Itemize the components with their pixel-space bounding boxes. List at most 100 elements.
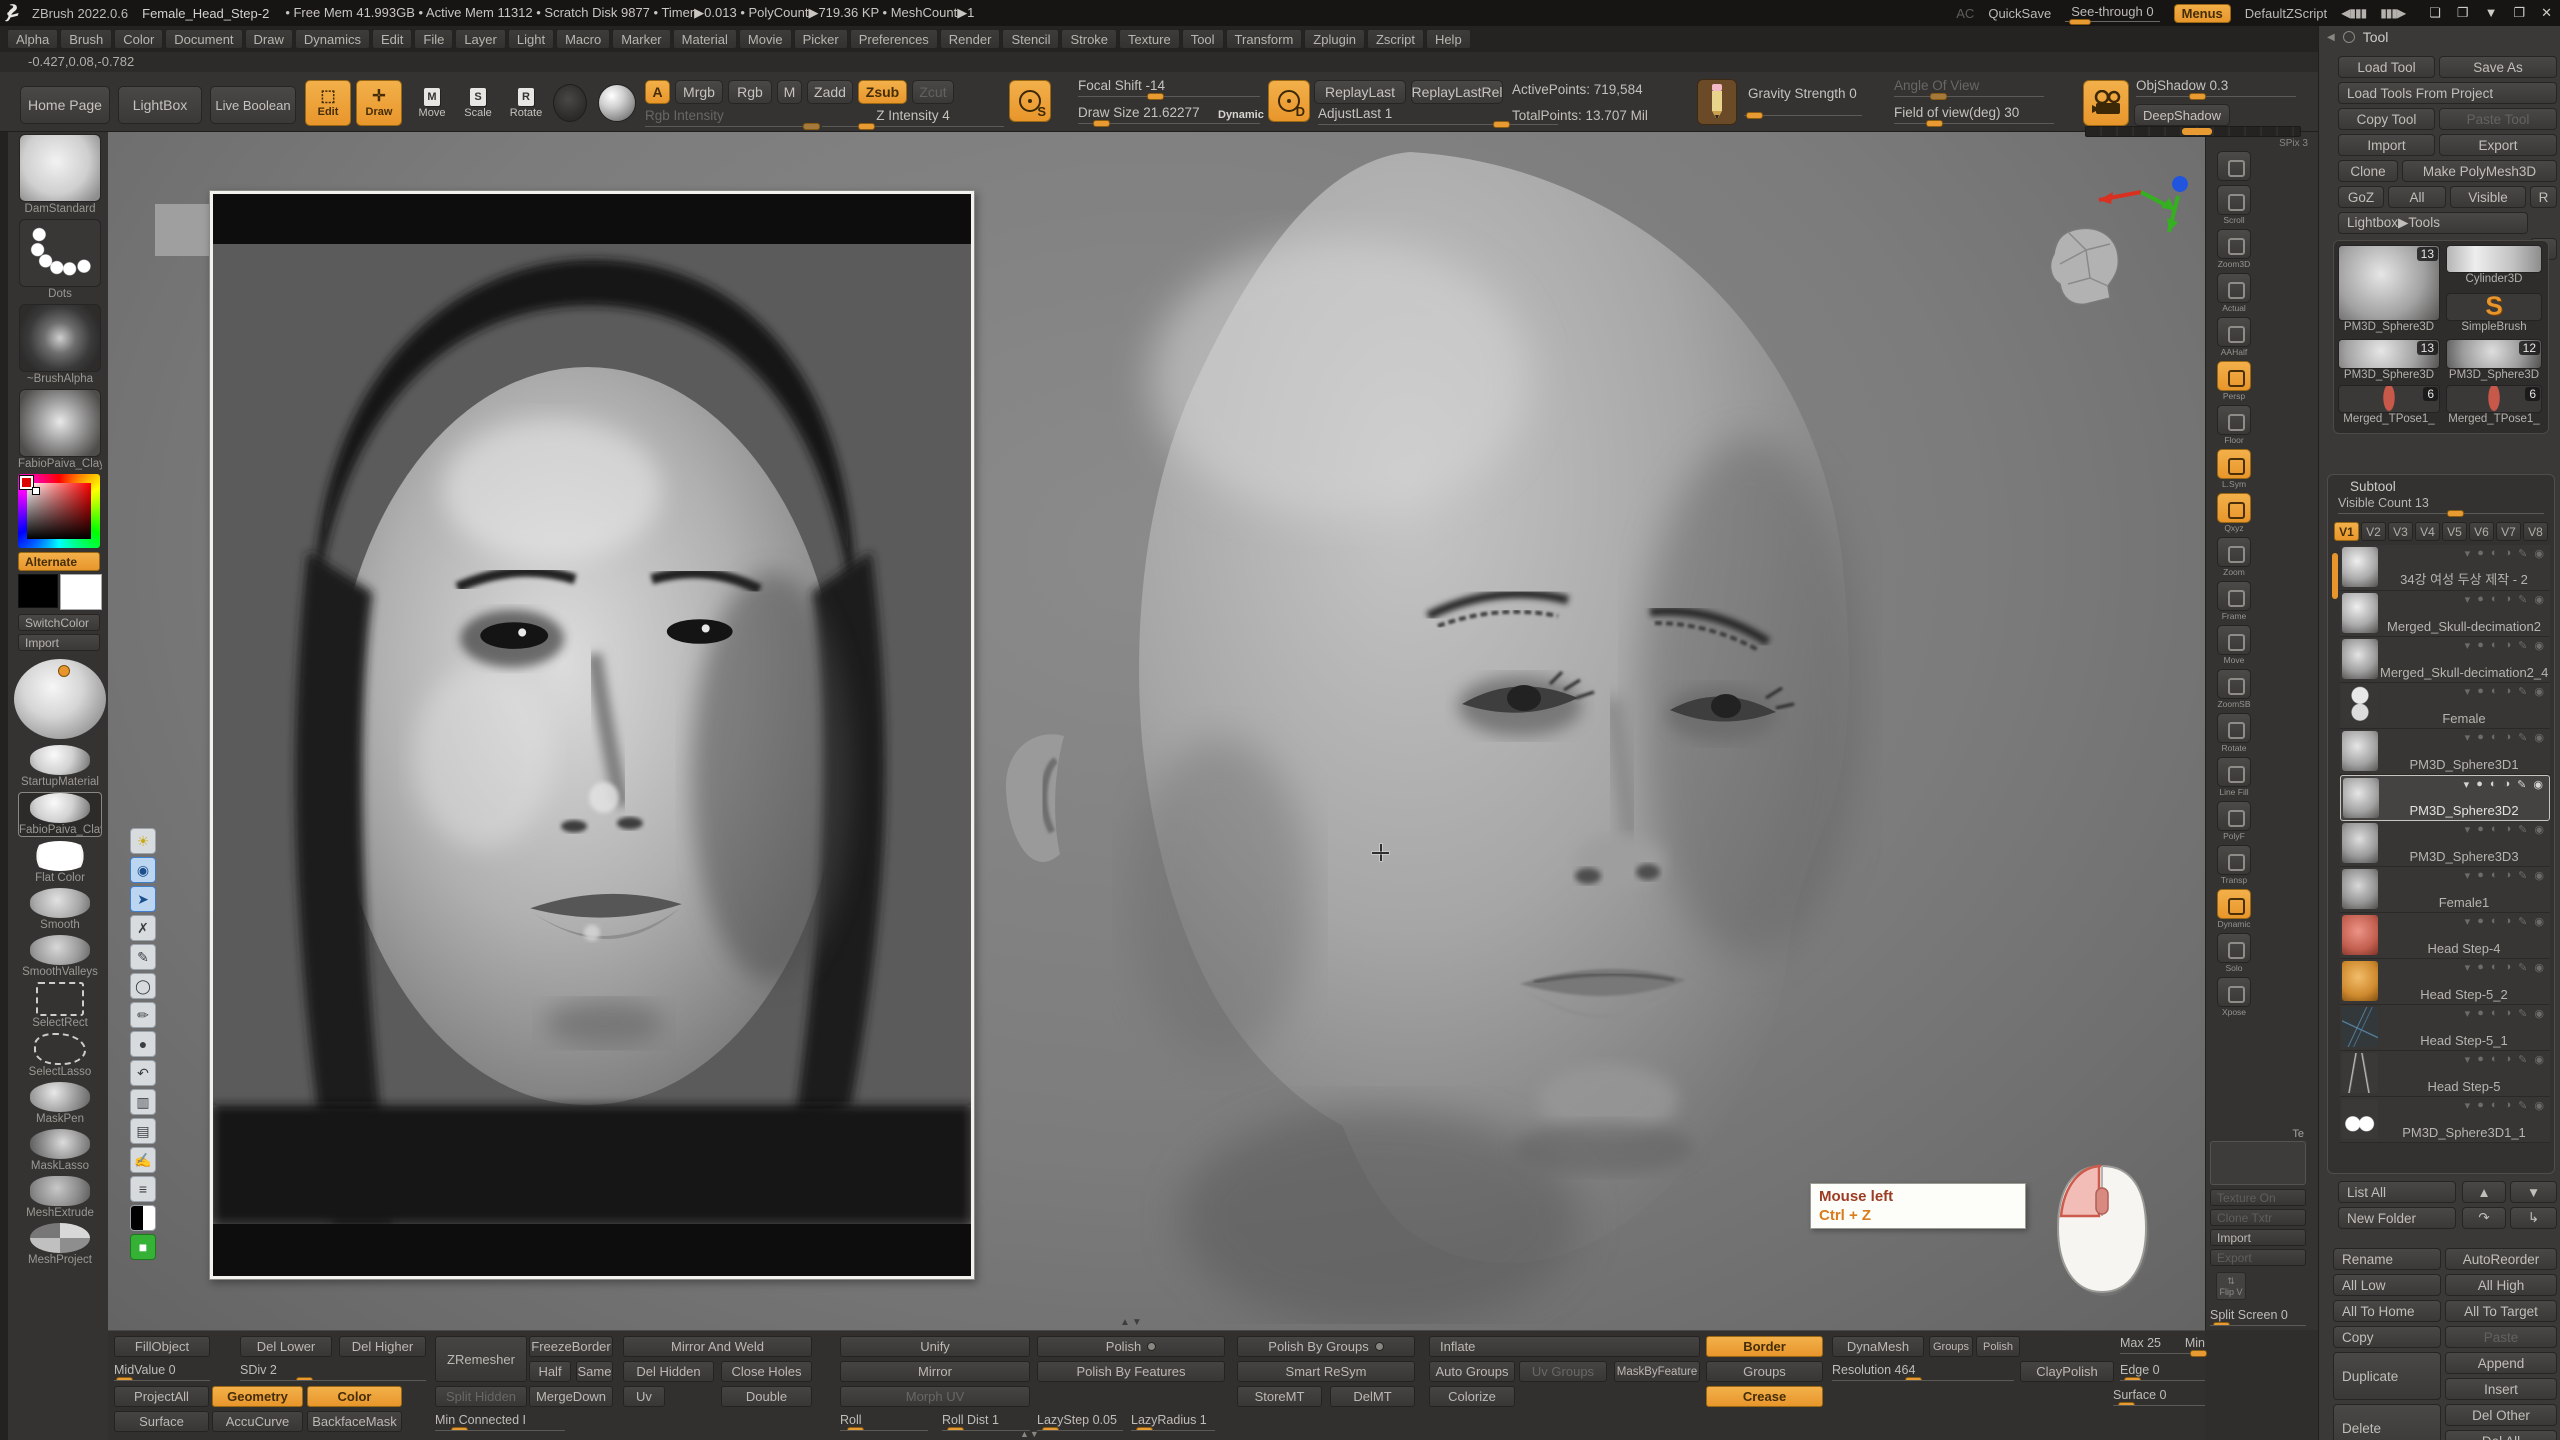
all-high-button[interactable]: All High (2445, 1274, 2557, 1296)
sidebar-thumb-item[interactable]: Dots (18, 219, 102, 300)
edge-slider[interactable]: Edge 0 (2120, 1363, 2205, 1381)
subtool-action-icon[interactable]: ◐ (2490, 778, 2497, 791)
subtool-action-icon[interactable]: ▾ (2465, 639, 2471, 652)
annotation-tool-button[interactable]: ➤ (130, 886, 156, 912)
subtool-action-icon[interactable]: ▾ (2465, 731, 2471, 744)
annotation-tool-button[interactable]: ■ (130, 1234, 156, 1260)
m-toggle[interactable]: M (777, 80, 802, 104)
right-shelf-item[interactable]: Floor (2212, 405, 2256, 445)
subtool-action-icon[interactable]: ▾ (2465, 961, 2471, 974)
replay-last-rel-button[interactable]: ReplayLastRel (1411, 80, 1503, 104)
gravity-strength-slider[interactable] (1744, 112, 1862, 116)
subtool-action-icon[interactable]: ● (2477, 869, 2484, 882)
annotation-tool-button[interactable]: ✗ (130, 915, 156, 941)
live-boolean-button[interactable]: Live Boolean (210, 86, 296, 124)
groups-button[interactable]: Groups (1706, 1361, 1823, 1382)
subtool-action-icon[interactable]: ▾ (2465, 823, 2471, 836)
camera-orientation-head-icon[interactable] (2038, 220, 2133, 310)
annotation-tool-button[interactable]: ▤ (130, 1118, 156, 1144)
subtool-row[interactable]: ▾●◐◑✎◉ PM3D_Sphere3D3 (2340, 821, 2550, 867)
subtool-action-icon[interactable]: ◉ (2534, 915, 2544, 928)
draw-button[interactable]: ✛Draw (356, 80, 402, 126)
subtool-view-tab[interactable]: V3 (2388, 522, 2413, 541)
menu-item[interactable]: Transform (1226, 29, 1303, 49)
sidebar-thumb-item[interactable]: MaskPen (18, 1082, 102, 1125)
new-folder-button[interactable]: New Folder (2338, 1207, 2456, 1229)
left-tray-toggle-icon[interactable]: ◀▮▮▮ (2341, 6, 2366, 20)
del-lower-button[interactable]: Del Lower (240, 1336, 332, 1357)
subtool-action-icon[interactable]: ✎ (2518, 869, 2527, 882)
thumbnail[interactable] (19, 219, 101, 287)
subtool-up-button[interactable]: ▲ (2462, 1181, 2506, 1203)
angle-of-view-slider[interactable]: Angle Of View (1894, 78, 2044, 97)
del-higher-button[interactable]: Del Higher (339, 1336, 426, 1357)
subtool-action-icon[interactable]: ● (2477, 593, 2484, 606)
rename-button[interactable]: Rename (2333, 1248, 2441, 1270)
secondary-color-swatch[interactable] (60, 574, 102, 610)
draw-size-icon[interactable]: S (1009, 80, 1051, 122)
right-shelf-item[interactable]: Frame (2212, 581, 2256, 621)
sidebar-thumb-item[interactable]: SelectRect (18, 982, 102, 1029)
rgb-toggle[interactable]: Rgb (728, 80, 772, 104)
right-shelf-item[interactable]: Actual (2212, 273, 2256, 313)
camera-icon[interactable] (2083, 80, 2129, 126)
storemt-button[interactable]: StoreMT (1237, 1386, 1322, 1407)
subtool-action-icon[interactable]: ◉ (2534, 1007, 2544, 1020)
edit-button[interactable]: ⬚Edit (305, 80, 351, 126)
sidebar-thumb-item[interactable]: SmoothValleys (18, 935, 102, 978)
rgb-intensity-slider[interactable]: Rgb Intensity (645, 108, 817, 127)
subtool-row[interactable]: ▾●◐◑✎◉ Merged_Skull-decimation2_4 (2340, 637, 2550, 683)
subtool-action-icon[interactable]: ◑ (2505, 961, 2512, 974)
thumbnail[interactable] (30, 1082, 90, 1112)
thumbnail[interactable] (30, 935, 90, 965)
obj-shadow-slider[interactable]: ObjShadow 0.3 (2136, 78, 2296, 97)
subtool-action-icon[interactable]: ◐ (2491, 547, 2498, 560)
fillobject-button[interactable]: FillObject (114, 1336, 210, 1357)
subtool-action-icon[interactable]: ◑ (2505, 1053, 2512, 1066)
crease-button[interactable]: Crease (1706, 1386, 1823, 1407)
annotation-tool-button[interactable]: ✍ (130, 1147, 156, 1173)
texture-export-button[interactable]: Export (2210, 1249, 2306, 1266)
half-button[interactable]: Half (529, 1361, 571, 1382)
thumbnail[interactable] (30, 745, 90, 775)
subtool-view-tab[interactable]: V5 (2442, 522, 2467, 541)
thumbnail[interactable] (19, 304, 101, 372)
subtool-action-icon[interactable]: ◐ (2491, 1007, 2498, 1020)
right-shelf-item[interactable]: Scroll (2212, 185, 2256, 225)
uv-groups-button[interactable]: Uv Groups (1519, 1361, 1607, 1382)
menu-item[interactable]: Brush (60, 29, 112, 49)
dynamesh-groups-button[interactable]: Groups (1929, 1336, 1973, 1357)
autoreorder-button[interactable]: AutoReorder (2445, 1248, 2557, 1270)
all-to-target-button[interactable]: All To Target (2445, 1300, 2557, 1322)
focal-shift-slider[interactable]: Focal Shift -14 (1078, 78, 1260, 97)
annotation-tool-button[interactable]: ◯ (130, 973, 156, 999)
subtool-action-icon[interactable]: ✎ (2518, 593, 2527, 606)
menu-item[interactable]: Stroke (1061, 29, 1117, 49)
tool-thumb[interactable]: 6Merged_TPose1_ (2446, 385, 2542, 425)
subtool-action-icon[interactable]: ▾ (2465, 1007, 2471, 1020)
del-other-button[interactable]: Del Other (2445, 1404, 2557, 1426)
subtool-action-icon[interactable]: ◑ (2505, 823, 2512, 836)
subtool-action-icon[interactable]: ◉ (2534, 547, 2544, 560)
thumbnail[interactable] (30, 841, 90, 871)
maskbyfeature-button[interactable]: MaskByFeature (1614, 1361, 1700, 1382)
thumbnail[interactable] (30, 1223, 90, 1253)
subtool-row[interactable]: ▾●◐◑✎◉ PM3D_Sphere3D1_1 (2340, 1097, 2550, 1143)
arrange-windows-icon[interactable]: ❏ (2429, 5, 2441, 21)
tool-thumb[interactable]: Cylinder3D (2446, 245, 2542, 285)
thumbnail[interactable] (36, 982, 84, 1016)
unify-button[interactable]: Unify (840, 1336, 1030, 1357)
texture-thumbnail[interactable] (2210, 1141, 2306, 1185)
cascade-windows-icon[interactable]: ❐ (2457, 5, 2469, 21)
right-shelf-item[interactable]: PolyF (2212, 801, 2256, 841)
subtool-action-icon[interactable]: ▾ (2465, 547, 2471, 560)
subtool-view-tab[interactable]: V4 (2415, 522, 2440, 541)
export-button[interactable]: Export (2439, 134, 2557, 156)
right-tray-toggle-icon[interactable]: ▮▮▮▶ (2380, 6, 2405, 20)
resolution-slider[interactable]: Resolution 464 (1832, 1363, 2014, 1381)
paste-subtool-button[interactable]: Paste (2445, 1326, 2557, 1348)
clone-txtr-button[interactable]: Clone Txtr (2210, 1209, 2306, 1226)
copy-subtool-button[interactable]: Copy (2333, 1326, 2441, 1348)
subtool-action-icon[interactable]: ● (2477, 1099, 2484, 1112)
subtool-row[interactable]: ▾●◐◑✎◉ Head Step-5 (2340, 1051, 2550, 1097)
